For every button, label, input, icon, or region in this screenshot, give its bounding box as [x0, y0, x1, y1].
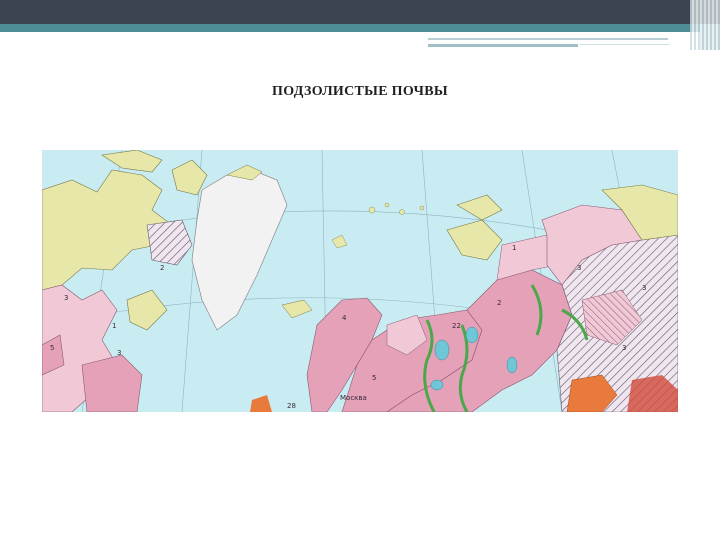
region-number-label: 3 — [642, 284, 646, 292]
region-number-label: 2 — [160, 264, 164, 272]
corner-stripes — [690, 0, 720, 50]
region-number-label: 3 — [64, 294, 68, 302]
greenland-ice — [191, 169, 288, 331]
region-number-label: 3 — [577, 264, 581, 272]
arctic-islands — [331, 202, 425, 249]
region-number-label: 3 — [117, 349, 121, 357]
region-number-label: 22 — [452, 322, 461, 330]
region-number-label: 5 — [50, 344, 54, 352]
top-decor-bar — [0, 0, 720, 24]
region-number-label: 28 — [287, 402, 296, 410]
region-number-label: 1 — [512, 244, 516, 252]
region-number-label: 4 — [342, 314, 347, 322]
canada-region — [42, 150, 208, 412]
region-number-label: 2 — [497, 299, 501, 307]
iceland — [281, 299, 313, 319]
accent-line — [580, 44, 670, 45]
teal-accent-band — [0, 24, 700, 32]
region-number-label: 1 — [112, 322, 116, 330]
accent-line — [428, 44, 578, 47]
accent-line — [428, 38, 668, 40]
slide-title: ПОДЗОЛИСТЫЕ ПОЧВЫ — [272, 84, 448, 99]
region-number-label: 3 — [622, 344, 626, 352]
region-number-label: 5 — [372, 374, 376, 382]
city-label-moscow: Москва — [340, 394, 367, 402]
soil-map: 5 3 1 2 3 4 5 3 1 2 3 3 22 28 Москва — [42, 150, 678, 412]
soil-map-drawing: 5 3 1 2 3 4 5 3 1 2 3 3 22 28 Москва — [42, 150, 678, 412]
